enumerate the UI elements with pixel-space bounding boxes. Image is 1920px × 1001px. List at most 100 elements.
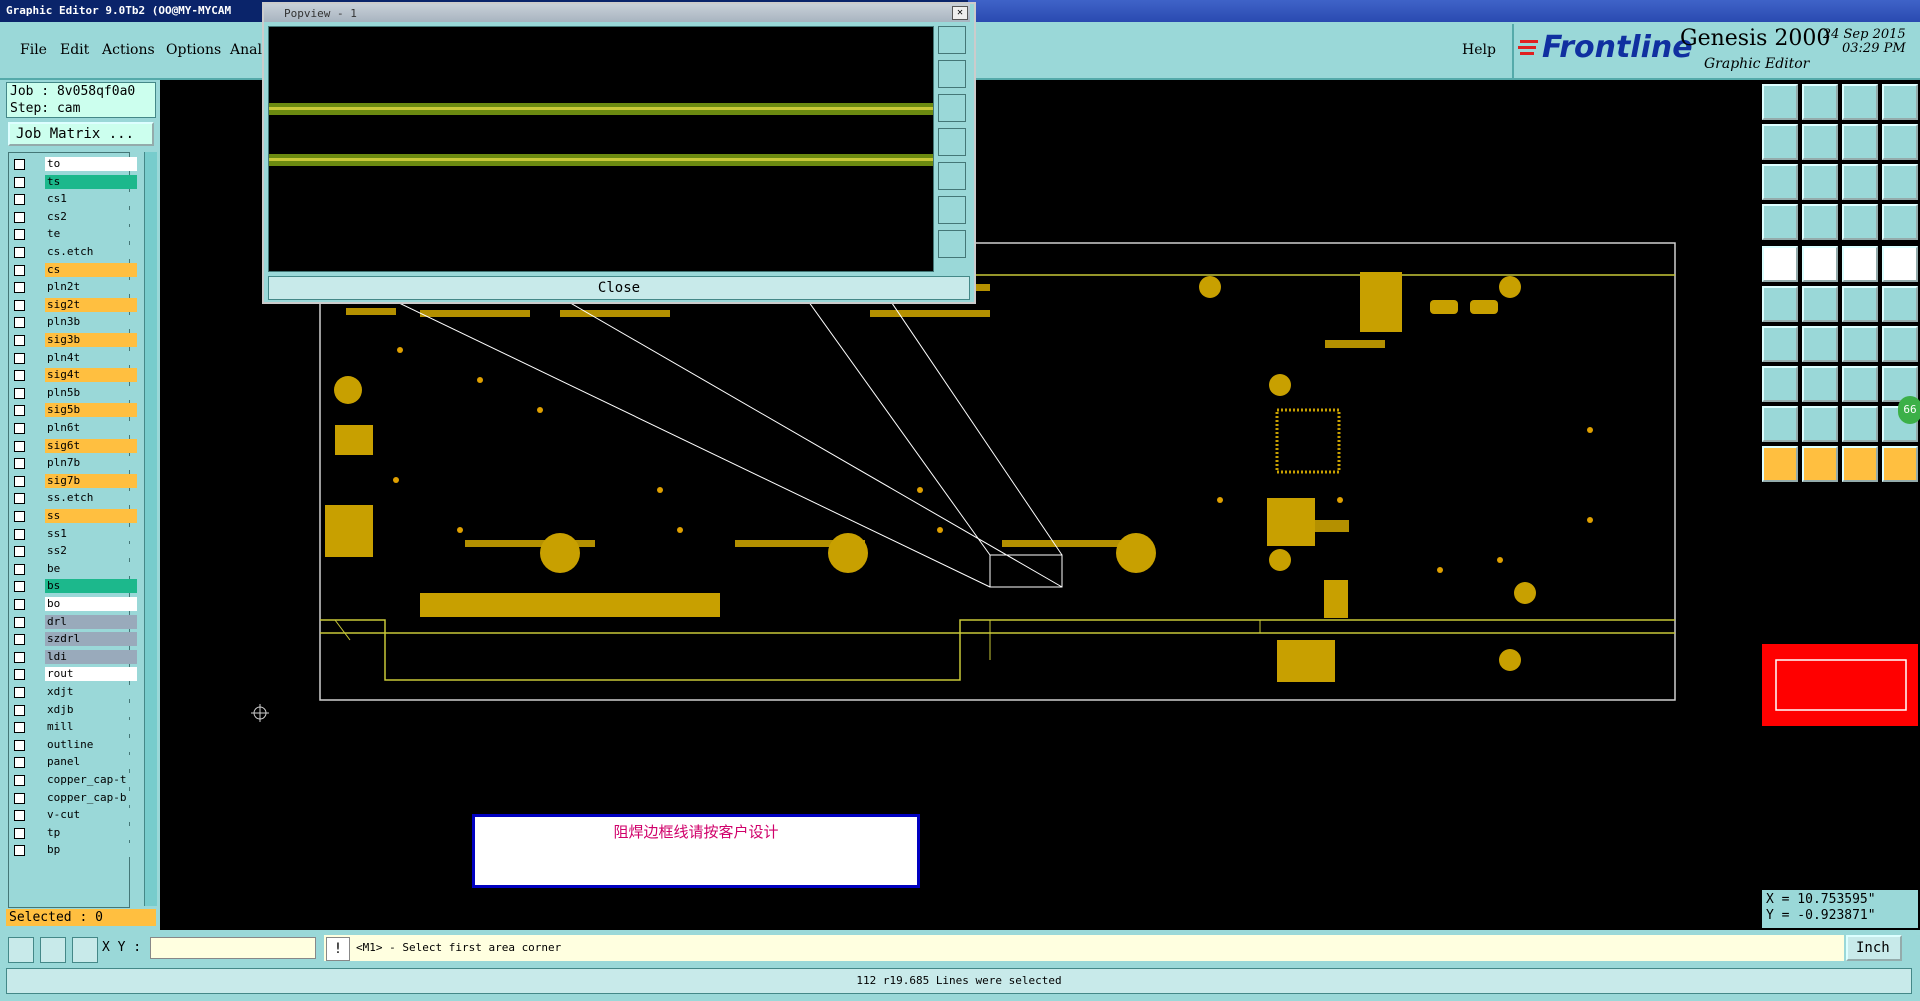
layer-label[interactable]: bo [45, 597, 137, 611]
layer-label[interactable]: be [45, 561, 137, 576]
layer-checkbox[interactable] [14, 511, 25, 522]
layer-row-pln4t[interactable]: pln4t [9, 350, 137, 366]
layer-label[interactable]: sig4t [45, 368, 137, 383]
layer-checkbox[interactable] [14, 775, 25, 786]
layer-checkbox[interactable] [14, 299, 25, 311]
layer-row-pln3b[interactable]: pln3b [9, 315, 137, 330]
layer-row-tp[interactable]: tp [9, 825, 137, 841]
layer-row-drl[interactable]: drl [9, 614, 137, 630]
layer-checkbox[interactable] [14, 704, 25, 716]
layer-checkbox[interactable] [14, 739, 25, 751]
pan-down-icon[interactable] [938, 94, 966, 122]
layer-row-rout[interactable]: rout [9, 667, 137, 682]
zoom-out-icon[interactable] [938, 230, 966, 258]
tool-icon-30[interactable] [1802, 366, 1838, 402]
layer-checkbox[interactable] [14, 634, 25, 646]
menu-actions[interactable]: Actions [102, 42, 155, 58]
tool-icon-13[interactable] [1762, 204, 1798, 240]
layer-row-cs[interactable]: cs [9, 262, 137, 278]
layer-checkbox[interactable] [14, 247, 25, 258]
tool-icon-2[interactable] [1802, 84, 1838, 120]
layer-row-te[interactable]: te [9, 227, 137, 242]
layer-checkbox[interactable] [14, 757, 25, 769]
layer-row-pln6t[interactable]: pln6t [9, 421, 137, 436]
layer-label[interactable]: mill [45, 720, 137, 735]
layer-label[interactable]: v-cut [45, 808, 137, 823]
layer-row-pln7b[interactable]: pln7b [9, 456, 137, 471]
layer-row-cs1[interactable]: cs1 [9, 192, 137, 207]
layer-label[interactable]: cs1 [45, 192, 137, 207]
layer-row-copper_cap-t[interactable]: copper_cap-t [9, 773, 137, 788]
layer-label[interactable]: ss [45, 509, 137, 523]
layer-checkbox[interactable] [14, 528, 25, 540]
layer-row-ss[interactable]: ss [9, 509, 137, 524]
tool-icon-28[interactable] [1882, 326, 1918, 362]
layer-label[interactable]: cs [45, 262, 137, 277]
layer-checkbox[interactable] [14, 845, 25, 857]
tool-icon-18[interactable] [1802, 246, 1838, 282]
layer-label[interactable]: sig7b [45, 473, 137, 488]
menu-options[interactable]: Options [166, 42, 221, 58]
layer-row-sig2t[interactable]: sig2t [9, 297, 137, 313]
layer-row-panel[interactable]: panel [9, 755, 137, 770]
popview-close-button[interactable]: Close [268, 276, 970, 300]
layer-label[interactable]: rout [45, 667, 137, 682]
layer-checkbox[interactable] [14, 669, 25, 681]
tool-icon-37[interactable] [1762, 446, 1798, 482]
layer-checkbox[interactable] [14, 475, 25, 487]
tool-icon-34[interactable] [1802, 406, 1838, 442]
layer-row-to[interactable]: to [9, 157, 137, 172]
tool-icon-22[interactable] [1802, 286, 1838, 322]
tool-icon-1[interactable] [1762, 84, 1798, 120]
layer-checkbox[interactable] [14, 493, 25, 505]
tool-icon-39[interactable] [1842, 446, 1878, 482]
layer-row-copper_cap-b[interactable]: copper_cap-b [9, 790, 137, 806]
layer-checkbox[interactable] [14, 616, 25, 628]
layer-label[interactable]: copper_cap-t [45, 773, 137, 787]
tool-icon-26[interactable] [1802, 326, 1838, 362]
tool-icon-23[interactable] [1842, 286, 1878, 322]
layer-checkbox[interactable] [14, 440, 25, 452]
tool-icon-4[interactable] [1882, 84, 1918, 120]
xy-input[interactable] [150, 937, 316, 959]
layer-label[interactable]: pln3b [45, 315, 137, 330]
tool-icon-5[interactable] [1762, 124, 1798, 160]
layer-label[interactable]: ts [45, 174, 137, 189]
tool-icon-24[interactable] [1882, 286, 1918, 322]
layer-checkbox[interactable] [14, 423, 25, 434]
layer-checkbox[interactable] [14, 810, 25, 822]
layer-checkbox[interactable] [14, 405, 25, 417]
measure-icon[interactable] [40, 937, 66, 963]
layer-label[interactable]: to [45, 157, 137, 171]
layer-label[interactable]: cs2 [45, 209, 137, 224]
popview-close-icon[interactable]: ✕ [952, 6, 968, 20]
tool-icon-3[interactable] [1842, 84, 1878, 120]
layer-row-cs.etch[interactable]: cs.etch [9, 245, 137, 260]
layer-row-xdjt[interactable]: xdjt [9, 685, 137, 700]
layer-checkbox[interactable] [14, 194, 25, 206]
layer-row-ss1[interactable]: ss1 [9, 526, 137, 542]
layer-label[interactable]: copper_cap-b [45, 790, 137, 805]
layer-checkbox[interactable] [14, 581, 25, 593]
tool-icon-11[interactable] [1842, 164, 1878, 200]
layer-checkbox[interactable] [14, 599, 25, 610]
layer-checkbox[interactable] [14, 211, 25, 223]
select-mode-icon[interactable] [8, 937, 34, 963]
tool-icon-20[interactable] [1882, 246, 1918, 282]
layer-checkbox[interactable] [14, 563, 25, 575]
tool-icon-27[interactable] [1842, 326, 1878, 362]
overview-map[interactable] [1762, 644, 1918, 726]
zoom-fit-icon[interactable] [938, 26, 966, 54]
tool-icon-31[interactable] [1842, 366, 1878, 402]
layer-label[interactable]: pln6t [45, 421, 137, 435]
layer-checkbox[interactable] [14, 792, 25, 804]
tool-icon-8[interactable] [1882, 124, 1918, 160]
layer-checkbox[interactable] [14, 159, 25, 170]
layer-label[interactable]: bp [45, 843, 137, 858]
layer-checkbox[interactable] [14, 546, 25, 558]
layer-label[interactable]: pln2t [45, 280, 137, 295]
layer-row-ss2[interactable]: ss2 [9, 544, 137, 559]
layer-label[interactable]: bs [45, 579, 137, 594]
tool-icon-15[interactable] [1842, 204, 1878, 240]
layer-checkbox[interactable] [14, 352, 25, 364]
